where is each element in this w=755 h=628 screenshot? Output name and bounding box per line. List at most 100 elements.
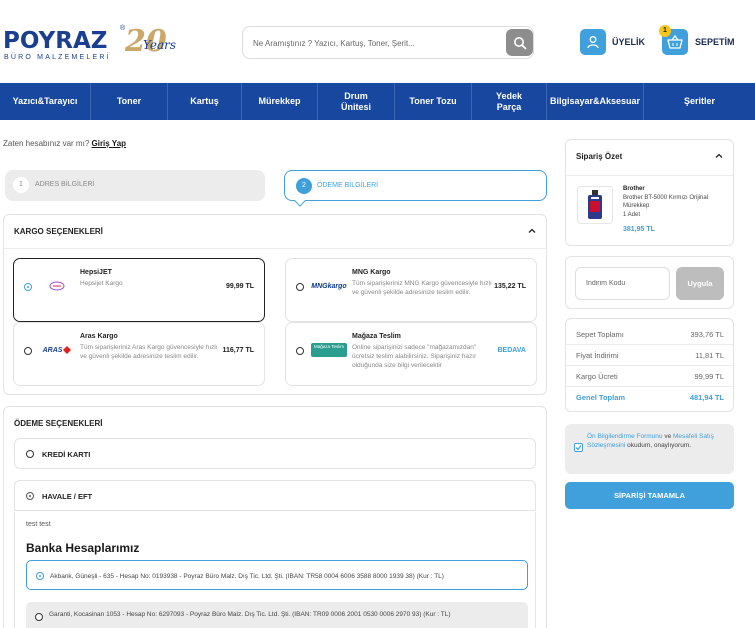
agreement-end: okudum, onaylıyorum. bbox=[625, 442, 692, 449]
mng-logo-text: MNGkargo bbox=[311, 282, 347, 290]
product-price: 381,95 TL bbox=[623, 226, 655, 233]
shipping-price: 99,99 TL bbox=[225, 283, 254, 290]
cart-label[interactable]: SEPETİM bbox=[695, 37, 735, 47]
step-payment[interactable]: 2 ÖDEME BİLGİLERİ bbox=[284, 170, 547, 201]
mng-logo-icon: MNGkargo bbox=[310, 279, 348, 293]
radio-button[interactable] bbox=[35, 613, 43, 621]
divider bbox=[566, 386, 733, 387]
chevron-up-icon[interactable] bbox=[528, 227, 536, 235]
chevron-up-icon[interactable] bbox=[715, 152, 723, 160]
step-address[interactable]: 1 ADRES BİLGİLERİ bbox=[5, 170, 265, 201]
divider bbox=[566, 365, 733, 366]
basket-icon bbox=[667, 35, 683, 49]
search-input[interactable] bbox=[253, 35, 498, 51]
shipping-name: MNG Kargo bbox=[352, 269, 391, 276]
agreement-mid: ve bbox=[662, 433, 673, 440]
agreement-box: Ön Bilgilendirme Formunu ve Mesafeli Sat… bbox=[565, 424, 734, 474]
divider bbox=[566, 344, 733, 345]
preliminary-info-link[interactable]: Ön Bilgilendirme Formunu bbox=[587, 433, 663, 440]
nav-item-spare-parts[interactable]: Yedek Parça bbox=[472, 83, 547, 120]
shipping-description: Hepsijet Kargo bbox=[80, 280, 123, 287]
nav-item-toner[interactable]: Toner bbox=[91, 83, 168, 120]
payment-options-panel: ÖDEME SEÇENEKLERİ KREDİ KARTI HAVALE / E… bbox=[3, 406, 547, 628]
radio-button[interactable] bbox=[296, 347, 304, 355]
search-icon bbox=[513, 36, 526, 49]
radio-button[interactable] bbox=[24, 347, 32, 355]
product-name[interactable]: Brother BT-5000 Kırmızı Orijinal Mürekke… bbox=[623, 194, 728, 210]
store-pickup-logo-icon: Mağaza Teslim bbox=[310, 343, 348, 357]
nav-item-cartridge[interactable]: Kartuş bbox=[168, 83, 242, 120]
check-icon bbox=[575, 445, 582, 451]
hepsijet-logo-icon bbox=[38, 279, 76, 293]
total-value: 393,76 TL bbox=[690, 330, 724, 339]
logo-years: Years bbox=[143, 38, 177, 52]
user-account-label[interactable]: ÜYELİK bbox=[612, 37, 645, 47]
radio-button[interactable] bbox=[36, 572, 44, 580]
search-button[interactable] bbox=[506, 29, 533, 56]
total-label: Genel Toplam bbox=[576, 393, 626, 402]
logo-subtitle: BÜRO MALZEMELERİ bbox=[4, 54, 111, 61]
search-box bbox=[242, 26, 534, 59]
nav-item-toner-powder[interactable]: Toner Tozu bbox=[395, 83, 472, 120]
step-number: 1 bbox=[13, 177, 29, 193]
shipping-options-panel: KARGO SEÇENEKLERİ HepsiJET Hepsijet Karg… bbox=[3, 214, 547, 395]
shipping-price: BEDAVA bbox=[497, 347, 526, 354]
nav-item-drum-unit[interactable]: Drum Ünitesi bbox=[318, 83, 395, 120]
shipping-description: Tüm siparişleriniz MNG Kargo güvencesiyl… bbox=[352, 280, 492, 296]
product-image[interactable] bbox=[577, 186, 613, 224]
product-brand: Brother bbox=[623, 186, 645, 192]
total-label: Sepet Toplamı bbox=[576, 330, 624, 339]
category-nav: Yazıcı&Tarayıcı Toner Kartuş Mürekkep Dr… bbox=[0, 83, 755, 120]
radio-button[interactable] bbox=[24, 283, 32, 291]
nav-item-ribbons[interactable]: Şeritler bbox=[644, 83, 755, 120]
order-totals: Sepet Toplamı 393,76 TL Fiyat İndirimi 1… bbox=[565, 318, 734, 412]
coupon-input[interactable] bbox=[575, 267, 670, 300]
site-header: POYRAZ ® BÜRO MALZEMELERİ 20 Years ÜYELİ… bbox=[0, 0, 755, 83]
complete-order-button[interactable]: SİPARİŞİ TAMAMLA bbox=[565, 482, 734, 509]
total-value: 11,81 TL bbox=[695, 351, 724, 360]
user-account-button[interactable] bbox=[580, 29, 606, 55]
bank-account-text: Akbank, Güneşli - 635 - Hesap No: 019393… bbox=[50, 573, 444, 580]
shipping-option-store-pickup[interactable]: Mağaza Teslim Mağaza Teslim Online sipar… bbox=[285, 322, 537, 386]
shipping-description: Online siparişinizi sadece "mağazamızdan… bbox=[352, 344, 477, 369]
payment-option-credit-card[interactable]: KREDİ KARTI bbox=[14, 438, 536, 469]
payment-option-label: HAVALE / EFT bbox=[42, 492, 93, 501]
total-value: 481,94 TL bbox=[689, 393, 724, 402]
divider bbox=[566, 175, 733, 176]
login-link[interactable]: Giriş Yap bbox=[92, 139, 127, 148]
coupon-box: Uygula bbox=[565, 256, 734, 309]
step-label: ADRES BİLGİLERİ bbox=[35, 181, 95, 188]
shipping-name: HepsiJET bbox=[80, 269, 112, 276]
total-value: 99,99 TL bbox=[694, 372, 724, 381]
payment-option-label: KREDİ KARTI bbox=[42, 450, 91, 459]
bank-transfer-note: test test bbox=[26, 521, 51, 528]
radio-button[interactable] bbox=[26, 492, 34, 500]
total-label: Kargo Ücreti bbox=[576, 372, 618, 381]
radio-button[interactable] bbox=[296, 283, 304, 291]
agreement-text: Ön Bilgilendirme Formunu ve Mesafeli Sat… bbox=[587, 432, 727, 450]
agreement-checkbox[interactable] bbox=[574, 443, 583, 452]
total-label: Fiyat İndirimi bbox=[576, 351, 619, 360]
shipping-option-hepsijet[interactable]: HepsiJET Hepsijet Kargo 99,99 TL bbox=[13, 258, 265, 322]
ink-bottle-icon bbox=[588, 190, 602, 219]
nav-item-printers[interactable]: Yazıcı&Tarayıcı bbox=[0, 83, 91, 120]
nav-item-computer-accessories[interactable]: Bilgisayar&Aksesuar bbox=[547, 83, 644, 120]
bank-account-akbank[interactable]: Akbank, Güneşli - 635 - Hesap No: 019393… bbox=[26, 560, 528, 590]
shipping-option-aras[interactable]: ARAS Aras Kargo Tüm siparişleriniz Aras … bbox=[13, 322, 265, 386]
divider bbox=[4, 248, 546, 249]
bank-accounts-title: Banka Hesaplarımız bbox=[26, 541, 140, 555]
shipping-price: 135,22 TL bbox=[494, 283, 526, 290]
payment-option-bank-transfer[interactable]: HAVALE / EFT bbox=[14, 480, 536, 511]
bank-account-garanti[interactable]: Garanti, Kocasinan 1053 - Hesap No: 6297… bbox=[26, 602, 528, 628]
step-label: ÖDEME BİLGİLERİ bbox=[317, 182, 379, 189]
apply-coupon-button[interactable]: Uygula bbox=[676, 267, 724, 300]
shipping-name: Aras Kargo bbox=[80, 333, 118, 340]
step-number: 2 bbox=[296, 178, 312, 194]
site-logo[interactable]: POYRAZ ® BÜRO MALZEMELERİ 20 Years bbox=[3, 22, 178, 64]
shipping-price: 116,77 TL bbox=[222, 347, 254, 354]
store-pickup-logo-text: Mağaza Teslim bbox=[311, 343, 347, 357]
product-quantity: 1 Adet bbox=[623, 212, 641, 218]
nav-item-ink[interactable]: Mürekkep bbox=[242, 83, 318, 120]
shipping-option-mng[interactable]: MNGkargo MNG Kargo Tüm siparişleriniz MN… bbox=[285, 258, 537, 322]
radio-button[interactable] bbox=[26, 450, 34, 458]
